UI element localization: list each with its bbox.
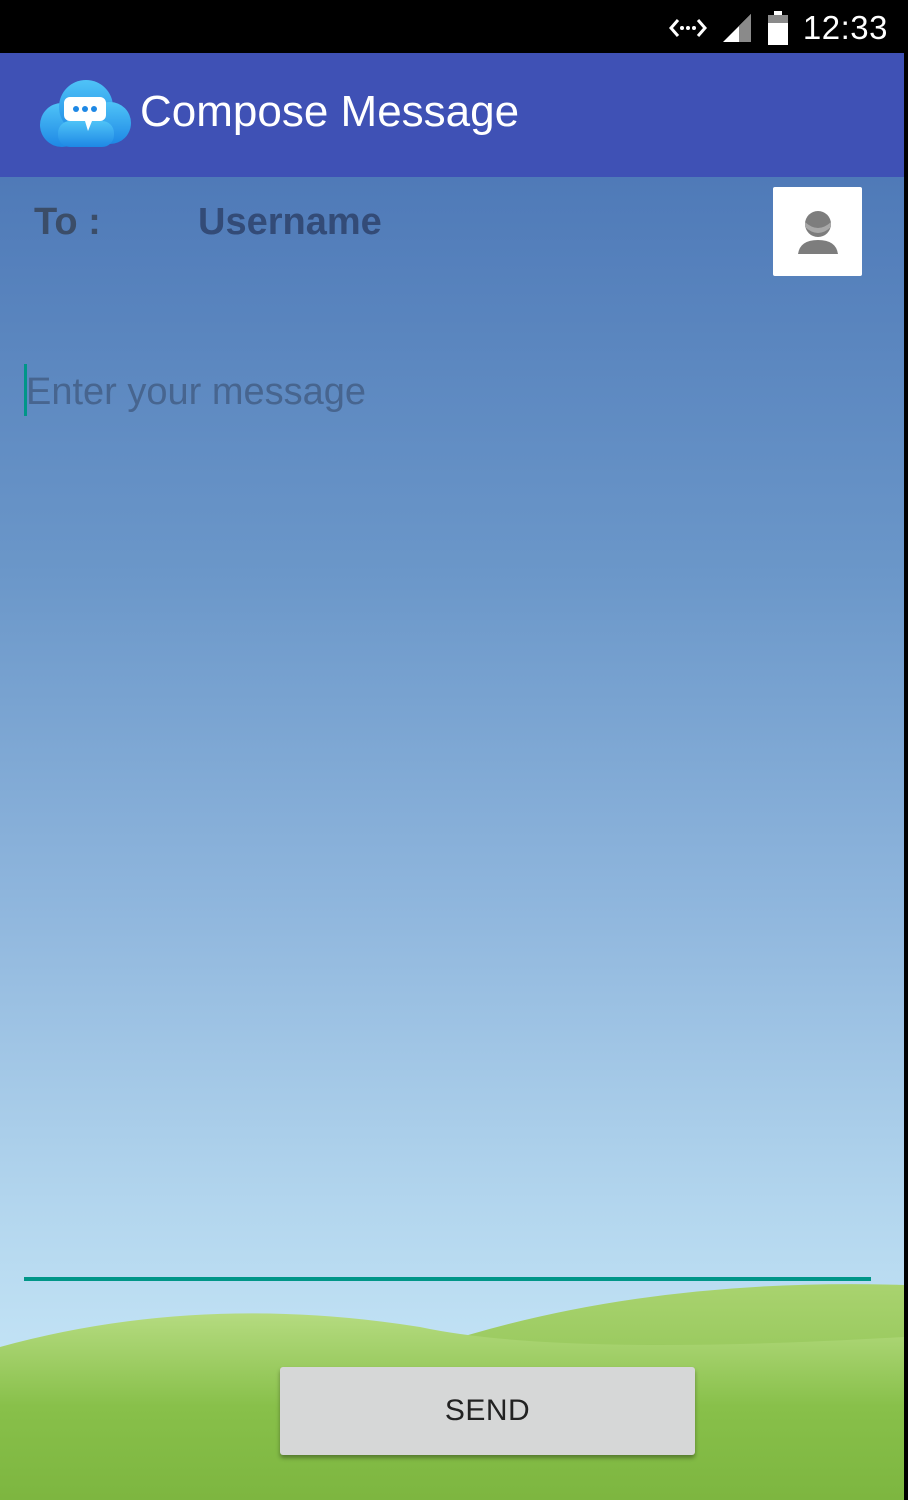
compose-panel: To : Username Enter your message SEND bbox=[0, 177, 904, 1500]
chat-cloud-logo-icon bbox=[40, 80, 131, 147]
page-title: Compose Message bbox=[140, 87, 520, 136]
battery-icon bbox=[767, 11, 788, 45]
screen-edge bbox=[904, 53, 908, 1500]
message-placeholder: Enter your message bbox=[26, 371, 367, 413]
status-time: 12:33 bbox=[802, 9, 888, 46]
signal-icon bbox=[722, 14, 751, 42]
app-bar: Compose Message bbox=[0, 53, 904, 177]
status-bar: 12:33 bbox=[0, 0, 908, 53]
pick-contact-button[interactable] bbox=[773, 187, 862, 276]
message-input[interactable]: Enter your message bbox=[24, 357, 870, 1282]
recipient-field[interactable]: Username bbox=[198, 201, 382, 244]
message-input-underline bbox=[24, 1277, 871, 1281]
status-icons: 12:33 bbox=[668, 8, 888, 48]
data-transfer-icon bbox=[668, 19, 707, 37]
send-button[interactable]: SEND bbox=[280, 1367, 695, 1455]
to-label: To : bbox=[34, 201, 101, 243]
contact-person-icon bbox=[797, 210, 838, 254]
